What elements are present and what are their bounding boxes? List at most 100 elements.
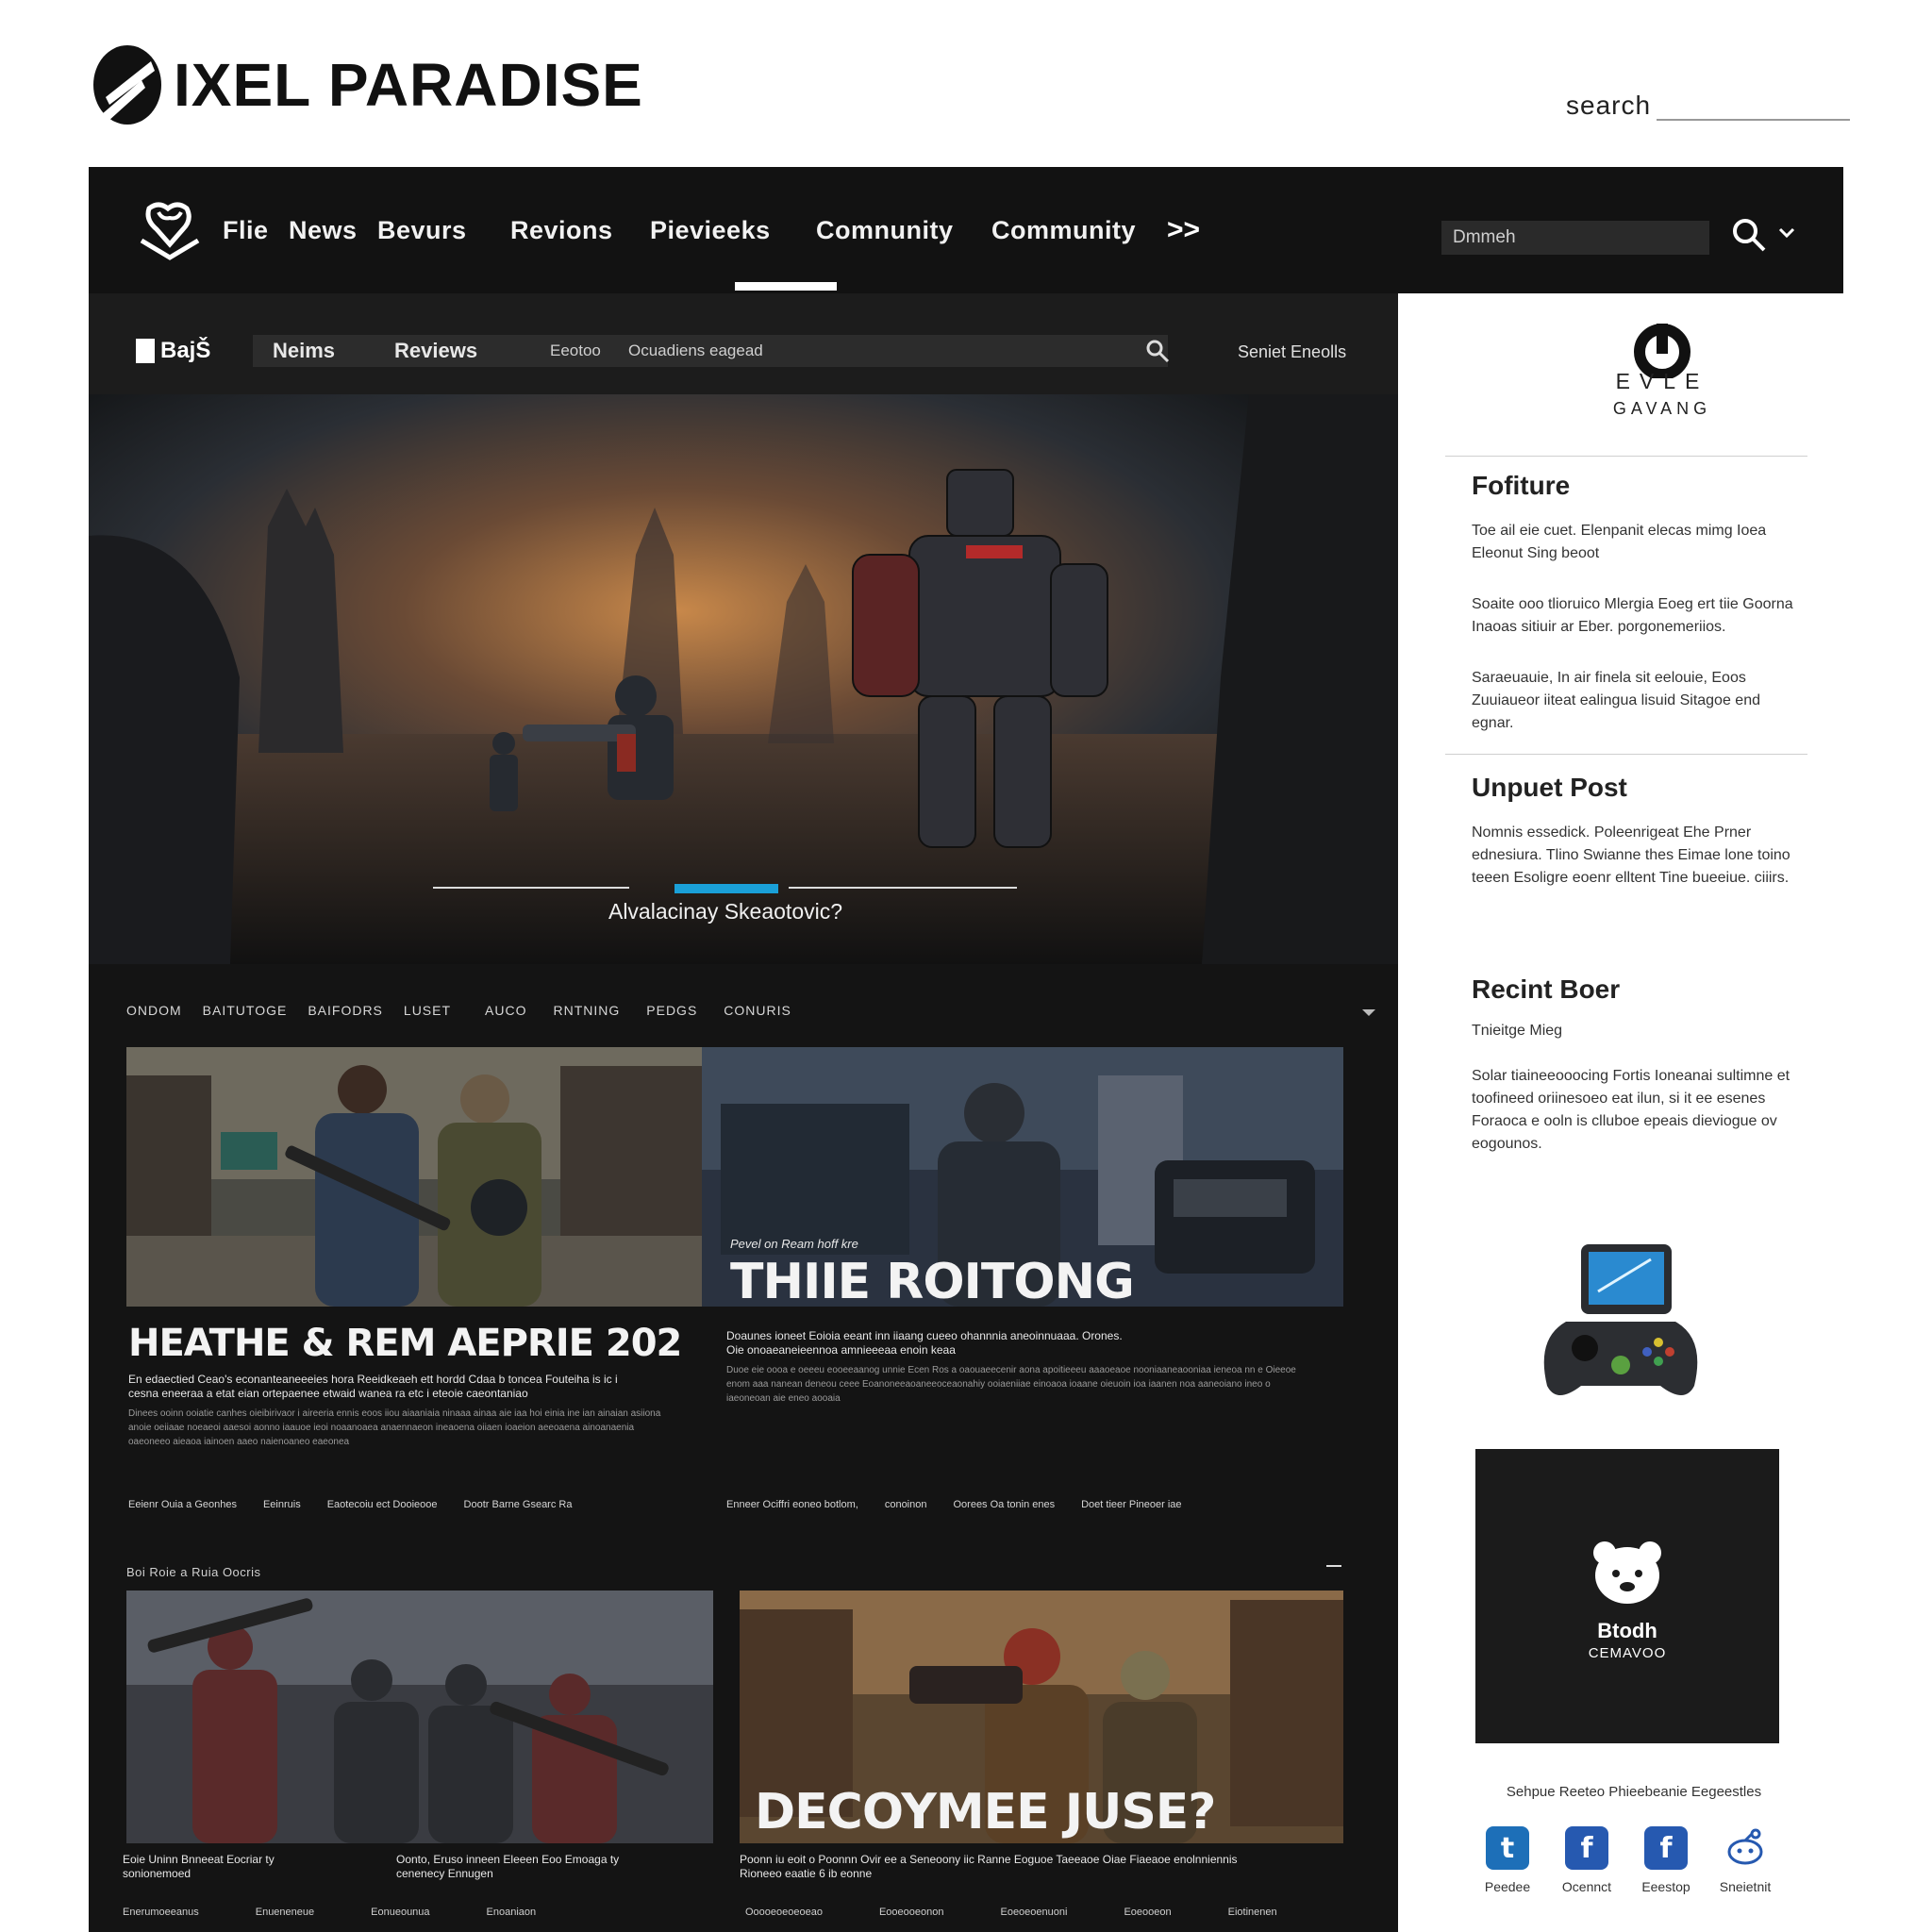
- meta-item[interactable]: Eeinruis: [263, 1499, 301, 1510]
- brand-mark-icon: [93, 45, 161, 125]
- feature-heading: Fofiture: [1472, 471, 1571, 500]
- nav-item-file[interactable]: Flie: [223, 167, 269, 293]
- hero-caption: Alvalacinay Skeaotovic?: [608, 899, 843, 924]
- nav-item-bevurs[interactable]: Bevurs: [377, 167, 467, 293]
- nav-logo-icon[interactable]: [136, 199, 204, 265]
- right-sidebar: EVLE GAVANG Fofiture Toe ail eie cuet. E…: [1398, 293, 1932, 1932]
- nav-item-reviews[interactable]: Revions: [510, 167, 613, 293]
- site-logo[interactable]: IXEL PARADISE: [85, 38, 643, 132]
- hero-banner[interactable]: Alvalacinay Skeaotovic?: [89, 394, 1398, 964]
- subnav-search-input[interactable]: Ocuadiens eagead: [628, 335, 763, 367]
- meta-item[interactable]: Eoeooeon: [1124, 1907, 1171, 1918]
- carousel-indicator-active[interactable]: [675, 884, 778, 893]
- article-image[interactable]: [126, 1047, 702, 1307]
- nav-search-input[interactable]: Dmmeh: [1441, 221, 1709, 255]
- facebook-icon: f: [1644, 1826, 1688, 1870]
- feature-text-2: Soaite ooo tlioruico Mlergia Eoeg ert ti…: [1472, 596, 1793, 635]
- category-tab[interactable]: BAITUTOGE: [203, 1003, 288, 1018]
- top-search-label: search: [1566, 91, 1652, 120]
- chevron-down-icon[interactable]: [1777, 224, 1796, 242]
- meta-item[interactable]: Eooeooeonon: [879, 1907, 944, 1918]
- meta-item[interactable]: Eoeoeoenuoni: [1000, 1907, 1067, 1918]
- article-title[interactable]: DECOYMEE JUSE?: [755, 1784, 1216, 1840]
- bottom-meta-row: Ooooeoeoeoeao Eooeooeonon Eoeoeoenuoni E…: [745, 1907, 1277, 1918]
- social-facebook[interactable]: f Ocennct: [1558, 1826, 1615, 1894]
- meta-item[interactable]: Enneer Ociffri eoneo botlom,: [726, 1499, 858, 1510]
- article-lead: Oonto, Eruso inneen Eleeen Eoo Emoaga ty…: [396, 1853, 620, 1880]
- article-lead: Eoie Uninn Bnneeat Eocriar ty sonionemoe…: [123, 1853, 275, 1880]
- social-facebook-2[interactable]: f Eeestop: [1638, 1826, 1694, 1894]
- search-icon[interactable]: [1730, 216, 1768, 254]
- meta-item[interactable]: Eeienr Ouia a Geonhes: [128, 1499, 237, 1510]
- category-tab[interactable]: ONDOM: [126, 1003, 182, 1018]
- nav-item-previews[interactable]: Pievieeks: [650, 167, 771, 293]
- meta-item[interactable]: Enueneneue: [256, 1907, 314, 1918]
- article-body: Dinees ooinn ooiatie canhes oieibirivaor…: [128, 1408, 661, 1447]
- divider: [1445, 754, 1807, 755]
- recent-heading: Recint Boer: [1472, 974, 1621, 1004]
- twitter-icon: t: [1486, 1826, 1529, 1870]
- article-image[interactable]: [126, 1591, 713, 1843]
- social-label: Ocennct: [1561, 1879, 1612, 1894]
- subnav-logo[interactable]: BajŠ: [136, 338, 210, 364]
- article-kicker: Pevel on Ream hoff kre: [730, 1237, 858, 1251]
- meta-item[interactable]: conoinon: [885, 1499, 927, 1510]
- meta-item[interactable]: Eaotecoiu ect Dooieooe: [327, 1499, 438, 1510]
- article-lead: Poonn iu eoit o Poonnn Ovir ee a Seneoon…: [740, 1853, 1238, 1880]
- post-text: Nomnis essedick. Poleenrigeat Ehe Prner …: [1472, 824, 1790, 886]
- subnav-right-link[interactable]: Seniet Eneolls: [1238, 342, 1346, 362]
- recent-subheading: Tnieitge Mieg: [1472, 1023, 1563, 1039]
- category-tab[interactable]: BAIFODRS: [308, 1003, 383, 1018]
- article-title[interactable]: HEATHE & REM AEPRIE 202: [128, 1322, 682, 1365]
- meta-item[interactable]: Ooooeoeoeoeao: [745, 1907, 823, 1918]
- article-body: Duoe eie oooa e oeeeu eooeeaanog unnie E…: [726, 1365, 1296, 1404]
- section-divider: [1326, 1565, 1341, 1567]
- category-tab[interactable]: LUSET: [404, 1003, 451, 1018]
- article-title[interactable]: THIIE ROITONG: [730, 1254, 1135, 1310]
- category-tab[interactable]: RNTNING: [553, 1003, 620, 1018]
- meta-item[interactable]: Doet tieer Pineoer iae: [1081, 1499, 1181, 1510]
- feature-text-1: Toe ail eie cuet. Elenpanit elecas mimg …: [1472, 523, 1767, 561]
- carousel-line: [789, 887, 1017, 889]
- bottom-meta-row: Enerumoeeanus Enueneneue Eonueounua Enoa…: [123, 1907, 536, 1918]
- sponsor-name: Btodh: [1597, 1619, 1657, 1642]
- top-search[interactable]: search: [1566, 91, 1851, 121]
- chevron-down-icon[interactable]: [1362, 1008, 1375, 1017]
- meta-item[interactable]: Dootr Barne Gsearc Ra: [464, 1499, 573, 1510]
- reddit-icon: [1727, 1828, 1763, 1865]
- social-heading: Sehpue Reeteo Phieebeanie Eegeestles: [1506, 1784, 1762, 1800]
- category-tab[interactable]: AUCO: [485, 1003, 526, 1018]
- meta-item[interactable]: Enerumoeeanus: [123, 1907, 199, 1918]
- sidebar-brand-title: EVLE: [1615, 369, 1709, 393]
- meta-item[interactable]: Oorees Oa tonin enes: [953, 1499, 1055, 1510]
- social-label: Peedee: [1484, 1879, 1531, 1894]
- sponsor-card-text: Btodh CEMAVOO: [1475, 1449, 1779, 1743]
- article-thumbnail: [126, 1047, 702, 1307]
- section-label: Boi Roie a Ruia Oocris: [126, 1565, 261, 1579]
- category-tab[interactable]: PEDGS: [646, 1003, 697, 1018]
- feature-text-3: Saraeuauie, In air finela sit eelouie, E…: [1472, 670, 1760, 731]
- game-controller-image: [1543, 1244, 1698, 1395]
- subnav-item-news[interactable]: Neims: [273, 335, 335, 367]
- social-label: Eeestop: [1641, 1879, 1690, 1894]
- nav-more-button[interactable]: >>: [1167, 167, 1200, 293]
- social-twitter[interactable]: t Peedee: [1479, 1826, 1536, 1894]
- search-icon[interactable]: [1145, 339, 1170, 363]
- category-tab[interactable]: CONURIS: [724, 1003, 791, 1018]
- article-meta: Enneer Ociffri eoneo botlom, conoinon Oo…: [726, 1499, 1182, 1510]
- top-search-input[interactable]: [1657, 91, 1851, 121]
- nav-item-community-2[interactable]: Community: [991, 167, 1136, 293]
- subnav-logo-text: BajŠ: [160, 338, 211, 363]
- social-label: Sneietnit: [1719, 1879, 1772, 1894]
- subnav-item-reviews[interactable]: Reviews: [394, 335, 477, 367]
- article-lead: En edaectied Ceao's econanteaneeeies hor…: [128, 1373, 618, 1400]
- meta-item[interactable]: Enoaniaon: [487, 1907, 537, 1918]
- meta-item[interactable]: Eonueounua: [371, 1907, 429, 1918]
- nav-item-news[interactable]: News: [289, 167, 358, 293]
- sidebar-brand-subtitle: GAVANG: [1612, 399, 1712, 418]
- nav-item-community-1[interactable]: Comnunity: [816, 167, 954, 293]
- subnav-item-editor[interactable]: Eeotoo: [550, 335, 601, 367]
- social-reddit[interactable]: Sneietnit: [1717, 1826, 1774, 1894]
- divider: [1445, 456, 1807, 457]
- meta-item[interactable]: Eiotinenen: [1228, 1907, 1277, 1918]
